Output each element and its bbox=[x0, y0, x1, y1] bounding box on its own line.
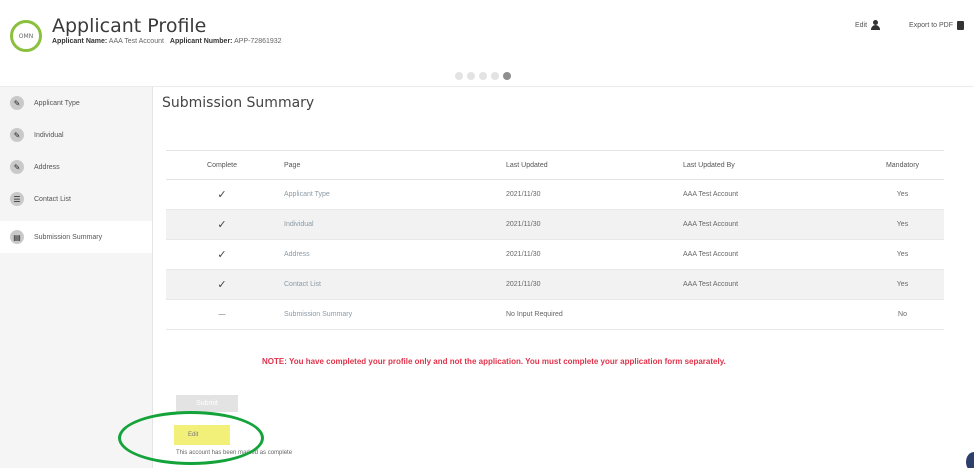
table-row: — Submission Summary No Input Required N… bbox=[166, 299, 944, 330]
pencil-icon: ✎ bbox=[10, 128, 24, 142]
complete-check: ✓ bbox=[166, 209, 278, 240]
column-header-mandatory: Mandatory bbox=[861, 150, 944, 180]
annotation-circle bbox=[118, 411, 264, 465]
page-link[interactable]: Individual bbox=[284, 221, 314, 228]
table-header-row: Complete Page Last Updated Last Updated … bbox=[166, 150, 944, 180]
page-link[interactable]: Contact List bbox=[284, 281, 321, 288]
page-link[interactable]: Applicant Type bbox=[284, 191, 330, 198]
last-updated-by-cell: AAA Test Account bbox=[681, 209, 861, 240]
file-icon bbox=[957, 20, 964, 30]
last-updated-cell: 2021/11/30 bbox=[504, 179, 681, 210]
org-logo: OMN bbox=[10, 20, 42, 52]
sidebar-item-individual[interactable]: ✎ Individual bbox=[0, 119, 152, 151]
submit-button[interactable]: Submit bbox=[176, 395, 238, 412]
sidebar-item-label: Contact List bbox=[34, 195, 71, 203]
complete-dash: — bbox=[166, 299, 278, 330]
mandatory-cell: Yes bbox=[861, 179, 944, 210]
last-updated-cell: 2021/11/30 bbox=[504, 239, 681, 270]
complete-check: ✓ bbox=[166, 179, 278, 210]
org-logo-text: OMN bbox=[18, 32, 34, 40]
last-updated-by-cell: AAA Test Account bbox=[681, 239, 861, 270]
table-row: ✓ Applicant Type 2021/11/30 AAA Test Acc… bbox=[166, 179, 944, 210]
applicant-number-value: APP-72861932 bbox=[234, 38, 282, 45]
table-row: ✓ Address 2021/11/30 AAA Test Account Ye… bbox=[166, 239, 944, 270]
mandatory-cell: Yes bbox=[861, 239, 944, 270]
table-row: ✓ Contact List 2021/11/30 AAA Test Accou… bbox=[166, 269, 944, 300]
sidebar-item-label: Submission Summary bbox=[34, 233, 103, 241]
last-updated-by-cell: AAA Test Account bbox=[681, 269, 861, 300]
header-actions: Edit Export to PDF bbox=[855, 20, 964, 30]
progress-indicator bbox=[455, 72, 511, 80]
list-icon: ☰ bbox=[10, 192, 24, 206]
sidebar-item-label: Individual bbox=[34, 131, 64, 139]
sidebar-item-submission-summary[interactable]: ▤ Submission Summary bbox=[0, 221, 152, 253]
column-header-last-updated-by: Last Updated By bbox=[681, 150, 861, 180]
pencil-icon: ✎ bbox=[10, 160, 24, 174]
sidebar: ✎ Applicant Type ✎ Individual ✎ Address … bbox=[0, 87, 153, 468]
mandatory-cell: Yes bbox=[861, 209, 944, 240]
page-heading: Applicant Profile bbox=[52, 15, 207, 37]
progress-dot-active bbox=[503, 72, 511, 80]
profile-note: NOTE: You have completed your profile on… bbox=[262, 357, 726, 366]
page-link[interactable]: Address bbox=[284, 251, 310, 258]
progress-dot bbox=[455, 72, 463, 80]
progress-dot bbox=[479, 72, 487, 80]
complete-check: ✓ bbox=[166, 239, 278, 270]
applicant-name-value: AAA Test Account bbox=[108, 38, 164, 45]
mandatory-cell: Yes bbox=[861, 269, 944, 300]
edit-profile-button[interactable]: Edit bbox=[855, 20, 881, 30]
last-updated-by-cell bbox=[681, 299, 861, 330]
column-header-complete: Complete bbox=[166, 150, 278, 180]
table-row: ✓ Individual 2021/11/30 AAA Test Account… bbox=[166, 209, 944, 240]
sidebar-item-label: Applicant Type bbox=[34, 99, 80, 107]
export-pdf-label: Export to PDF bbox=[909, 21, 953, 29]
user-icon bbox=[871, 20, 881, 30]
applicant-number-label: Applicant Number: bbox=[169, 38, 233, 45]
applicant-info: Applicant Name: AAA Test Account Applica… bbox=[52, 38, 286, 45]
last-updated-by-cell: AAA Test Account bbox=[681, 179, 861, 210]
progress-dot bbox=[491, 72, 499, 80]
applicant-name-label: Applicant Name: bbox=[52, 38, 108, 45]
app-header: OMN Applicant Profile Applicant Name: AA… bbox=[0, 0, 974, 68]
column-header-page: Page bbox=[278, 150, 504, 180]
progress-dot bbox=[467, 72, 475, 80]
sidebar-item-contact-list[interactable]: ☰ Contact List bbox=[0, 183, 152, 215]
sidebar-item-applicant-type[interactable]: ✎ Applicant Type bbox=[0, 87, 152, 119]
last-updated-cell: 2021/11/30 bbox=[504, 209, 681, 240]
column-header-last-updated: Last Updated bbox=[504, 150, 681, 180]
section-title: Submission Summary bbox=[162, 95, 315, 111]
edit-profile-label: Edit bbox=[854, 21, 868, 29]
pencil-icon: ✎ bbox=[10, 96, 24, 110]
sidebar-item-label: Address bbox=[34, 163, 60, 171]
sidebar-item-address[interactable]: ✎ Address bbox=[0, 151, 152, 183]
summary-icon: ▤ bbox=[10, 230, 24, 244]
last-updated-cell: No Input Required bbox=[504, 299, 681, 330]
submission-summary-table: Complete Page Last Updated Last Updated … bbox=[166, 150, 944, 330]
complete-check: ✓ bbox=[166, 269, 278, 300]
last-updated-cell: 2021/11/30 bbox=[504, 269, 681, 300]
chat-widget-icon[interactable] bbox=[966, 452, 974, 468]
page-link[interactable]: Submission Summary bbox=[284, 311, 352, 318]
export-pdf-button[interactable]: Export to PDF bbox=[909, 20, 964, 30]
mandatory-cell: No bbox=[861, 299, 944, 330]
